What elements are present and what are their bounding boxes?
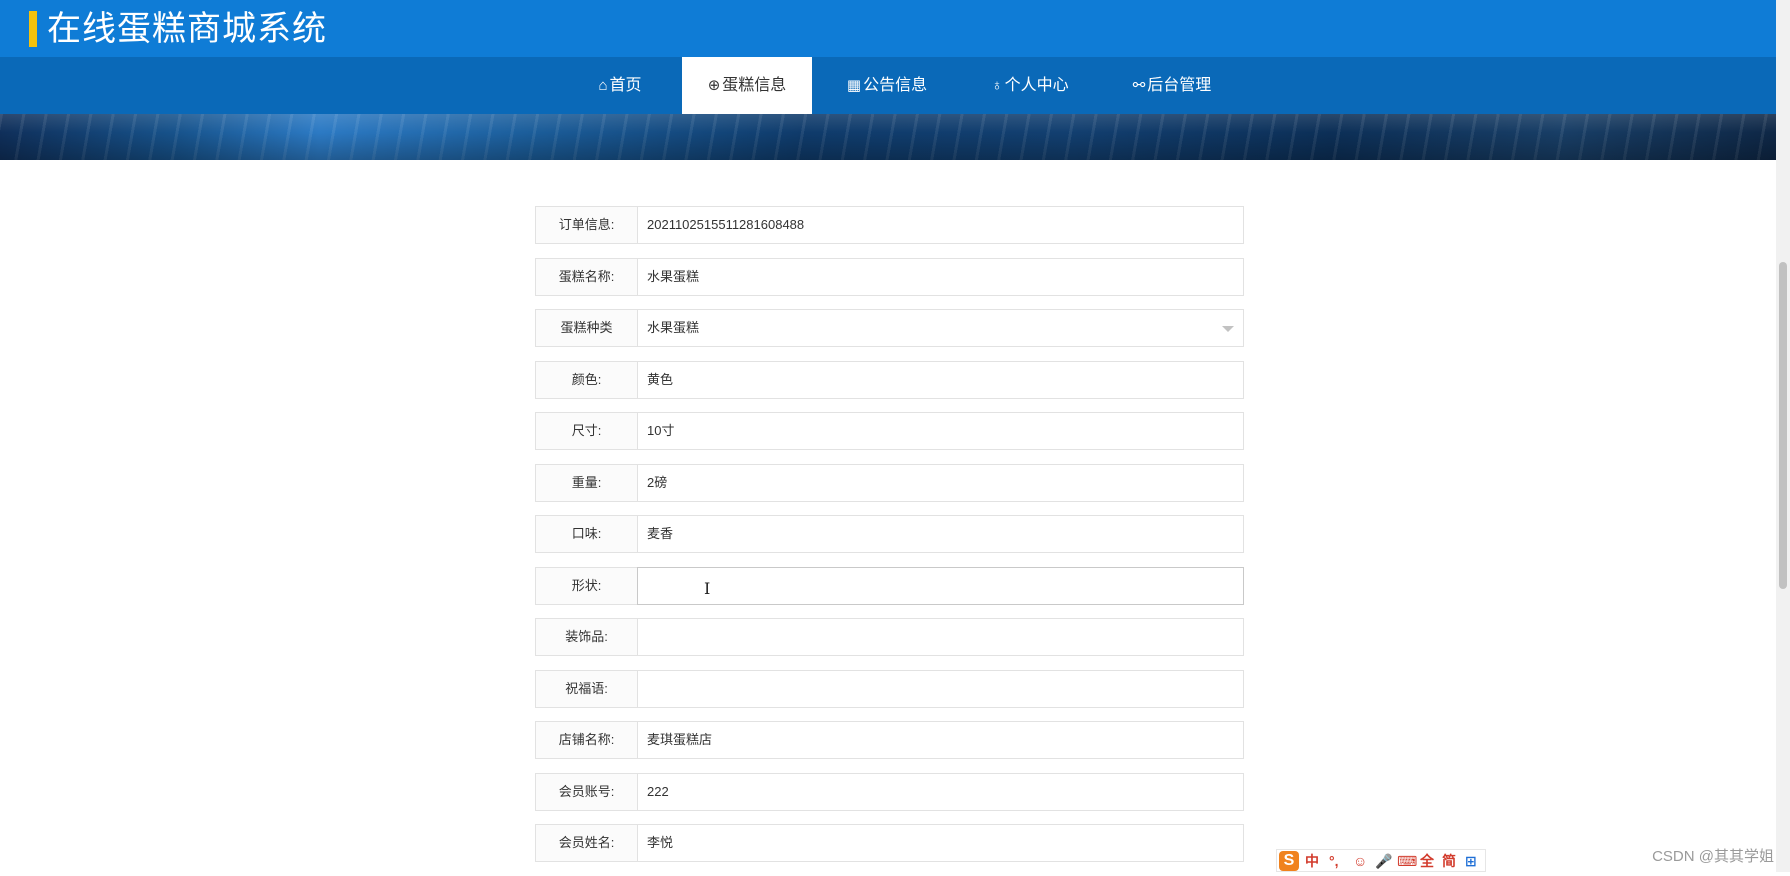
field-label: 尺寸: — [536, 413, 638, 449]
form-row-decoration: 装饰品: — [535, 618, 1244, 656]
ime-toolbar[interactable]: S 中 °, ☺ 🎤 ⌨ 全 简 ⊞ — [1276, 849, 1486, 872]
banner-image — [0, 114, 1776, 160]
weight-field[interactable]: 2磅 — [638, 464, 1243, 501]
form-row-cake-type: 蛋糕种类 水果蛋糕 — [535, 309, 1244, 347]
field-label: 蛋糕种类 — [536, 310, 638, 346]
nav-item-personal-center[interactable]: ♁ 个人中心 — [965, 57, 1095, 114]
field-label: 订单信息: — [536, 207, 638, 243]
ime-fullwidth-toggle[interactable]: 全 — [1420, 852, 1434, 870]
nav-item-admin[interactable]: ⚯ 后台管理 — [1107, 57, 1237, 114]
form-row-size: 尺寸: 10寸 — [535, 412, 1244, 450]
field-label: 口味: — [536, 516, 638, 552]
form-row-order-info: 订单信息: 20211025155112816084​88 — [535, 206, 1244, 244]
form-row-shape: 形状: I — [535, 566, 1244, 605]
ime-keyboard-icon[interactable]: ⌨ — [1397, 852, 1417, 870]
nav-item-cake-info[interactable]: ⊕ 蛋糕信息 — [682, 57, 812, 114]
nav-item-home[interactable]: ⌂ 首页 — [555, 57, 685, 114]
order-info-field[interactable]: 20211025155112816084​88 — [638, 207, 1243, 243]
order-detail-form: 订单信息: 20211025155112816084​88 蛋糕名称: 水果蛋糕… — [535, 206, 1244, 876]
ime-microphone-icon[interactable]: 🎤 — [1375, 852, 1392, 870]
main-nav: ⌂ 首页 ⊕ 蛋糕信息 ▦ 公告信息 ♁ 个人中心 ⚯ 后台管理 — [0, 57, 1776, 115]
size-field[interactable]: 10寸 — [638, 413, 1243, 449]
text-cursor-icon: I — [704, 578, 711, 598]
field-label: 会员姓名: — [536, 825, 638, 861]
field-label: 蛋糕名称: — [536, 258, 638, 295]
nav-item-label: 后台管理 — [1147, 77, 1212, 94]
chevron-down-icon — [1222, 326, 1234, 332]
selected-value: 水果蛋糕 — [647, 320, 700, 335]
cake-name-field[interactable]: 水果蛋糕 — [638, 258, 1243, 295]
shop-name-field[interactable]: 麦琪蛋糕店 — [638, 722, 1243, 758]
field-label: 祝福语: — [536, 670, 638, 707]
ime-emoji-icon[interactable]: ☺ — [1353, 852, 1367, 870]
form-row-member-account: 会员账号: 222 — [535, 772, 1244, 811]
globe-icon: ⊕ — [707, 77, 721, 94]
field-label: 重量: — [536, 464, 638, 501]
ime-simplified-toggle[interactable]: 简 — [1442, 852, 1456, 870]
field-label: 颜色: — [536, 361, 638, 398]
top-header: 在线蛋糕商城系统 — [0, 0, 1776, 57]
home-icon: ⌂ — [598, 77, 608, 94]
ime-punctuation-icon[interactable]: °, — [1329, 852, 1339, 870]
nav-item-label: 首页 — [609, 77, 642, 94]
form-row-weight: 重量: 2磅 — [535, 463, 1244, 502]
user-icon: ♁ — [991, 77, 1003, 94]
field-label: 形状: — [536, 567, 638, 604]
sogou-logo-icon[interactable]: S — [1279, 851, 1299, 871]
color-field[interactable]: 黄色 — [638, 361, 1243, 398]
vertical-scrollbar[interactable] — [1776, 0, 1790, 872]
decoration-field[interactable] — [638, 619, 1243, 655]
scrollbar-thumb[interactable] — [1779, 262, 1787, 589]
nav-item-label: 公告信息 — [863, 77, 928, 94]
field-label: 会员账号: — [536, 773, 638, 810]
header-accent-bar — [29, 11, 37, 47]
grid-icon: ▦ — [846, 77, 862, 94]
field-label: 装饰品: — [536, 619, 638, 655]
form-row-flavor: 口味: 麦香 — [535, 515, 1244, 553]
greeting-field[interactable] — [638, 670, 1243, 707]
shape-field[interactable]: I — [637, 566, 1244, 605]
flavor-field[interactable]: 麦香 — [638, 516, 1243, 552]
site-title: 在线蛋糕商城系统 — [47, 10, 327, 48]
form-row-greeting: 祝福语: — [535, 669, 1244, 708]
link-icon: ⚯ — [1132, 77, 1146, 94]
nav-item-label: 蛋糕信息 — [722, 77, 787, 94]
watermark: CSDN @其其学姐 — [1652, 848, 1774, 865]
nav-item-announcements[interactable]: ▦ 公告信息 — [822, 57, 952, 114]
form-row-cake-name: 蛋糕名称: 水果蛋糕 — [535, 257, 1244, 296]
member-account-field[interactable]: 222 — [638, 773, 1243, 810]
member-name-field[interactable]: 李悦 — [638, 825, 1243, 861]
form-row-member-name: 会员姓名: 李悦 — [535, 824, 1244, 862]
field-label: 店铺名称: — [536, 722, 638, 758]
nav-item-label: 个人中心 — [1004, 77, 1069, 94]
cake-type-select[interactable]: 水果蛋糕 — [638, 310, 1243, 346]
ime-chinese-mode[interactable]: 中 — [1305, 852, 1319, 870]
form-row-shop-name: 店铺名称: 麦琪蛋糕店 — [535, 721, 1244, 759]
form-row-color: 颜色: 黄色 — [535, 360, 1244, 399]
ime-grid-icon[interactable]: ⊞ — [1465, 852, 1477, 870]
